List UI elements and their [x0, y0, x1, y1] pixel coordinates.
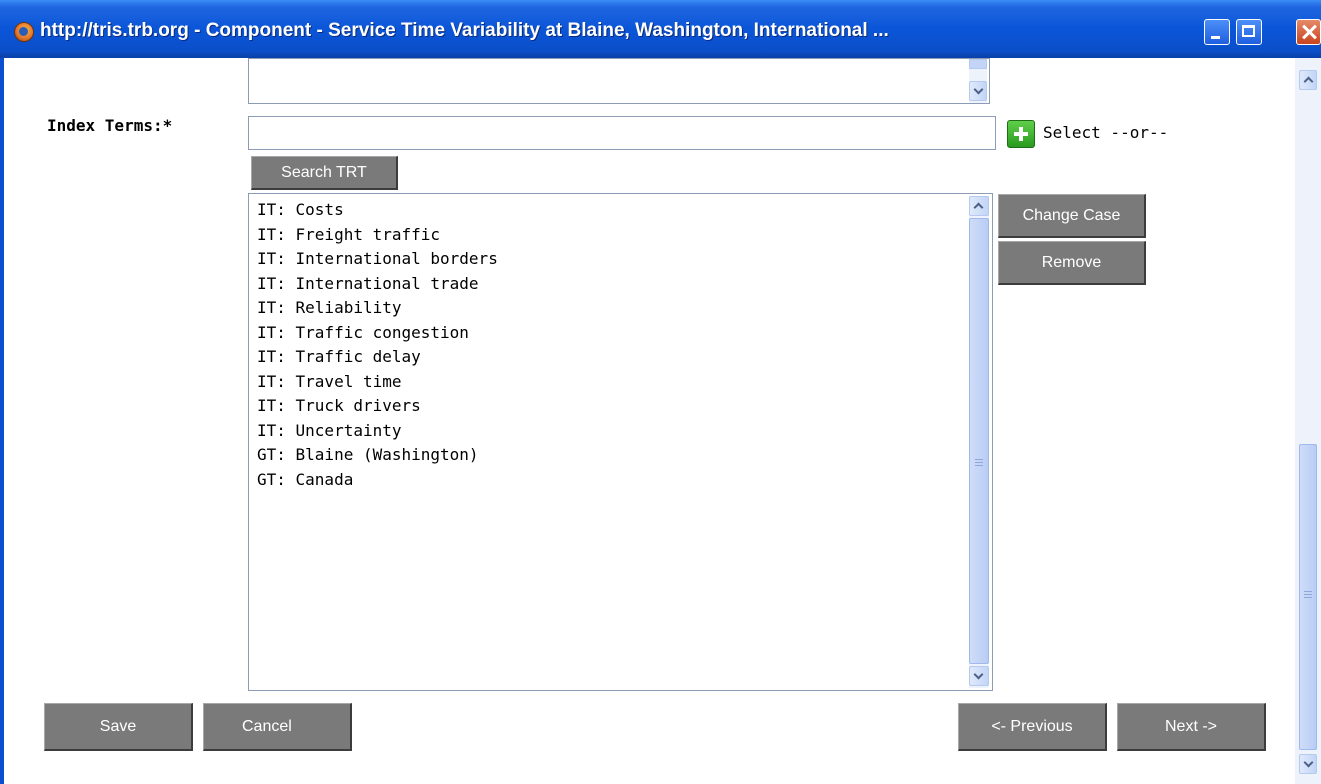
- term-item[interactable]: IT: International borders: [257, 247, 498, 272]
- textarea-scroll-thumb[interactable]: [969, 59, 987, 69]
- previous-field-textarea[interactable]: [248, 58, 990, 104]
- title-bar: http://tris.trb.org - Component - Servic…: [0, 0, 1321, 58]
- terms-list: IT: Costs IT: Freight traffic IT: Internat…: [257, 198, 498, 492]
- term-item[interactable]: IT: Travel time: [257, 370, 498, 395]
- minimize-button[interactable]: [1204, 19, 1230, 45]
- save-button[interactable]: Save: [44, 703, 193, 751]
- cancel-button[interactable]: Cancel: [203, 703, 352, 751]
- window-title: http://tris.trb.org - Component - Servic…: [40, 20, 889, 41]
- term-item[interactable]: IT: Freight traffic: [257, 223, 498, 248]
- close-button[interactable]: [1296, 19, 1321, 45]
- index-terms-listbox[interactable]: IT: Costs IT: Freight traffic IT: Internat…: [248, 193, 993, 691]
- textarea-scroll-down-icon[interactable]: [969, 81, 987, 101]
- search-trt-button[interactable]: Search TRT: [251, 156, 398, 190]
- terms-scroll-up-icon[interactable]: [969, 196, 989, 216]
- terms-scrollbar[interactable]: [969, 196, 989, 688]
- previous-button[interactable]: <- Previous: [958, 703, 1107, 751]
- page-scroll-thumb[interactable]: [1299, 444, 1317, 750]
- term-item[interactable]: IT: Reliability: [257, 296, 498, 321]
- firefox-icon: [14, 22, 34, 42]
- term-item[interactable]: GT: Blaine (Washington): [257, 443, 498, 468]
- select-or-link[interactable]: Select --or--: [1043, 123, 1168, 142]
- scroll-up-arrow-icon[interactable]: [1299, 70, 1317, 90]
- terms-scroll-thumb[interactable]: [969, 218, 989, 664]
- term-item[interactable]: IT: Truck drivers: [257, 394, 498, 419]
- terms-scroll-down-icon[interactable]: [969, 666, 989, 686]
- scroll-down-arrow-icon[interactable]: [1299, 754, 1317, 774]
- add-term-icon[interactable]: [1007, 120, 1035, 148]
- term-item[interactable]: IT: Traffic delay: [257, 345, 498, 370]
- page-scrollbar[interactable]: [1295, 58, 1321, 784]
- index-term-input[interactable]: [248, 116, 996, 150]
- change-case-button[interactable]: Change Case: [998, 194, 1146, 238]
- remove-button[interactable]: Remove: [998, 241, 1146, 285]
- index-terms-label: Index Terms:*: [47, 116, 173, 135]
- term-item[interactable]: GT: Canada: [257, 468, 498, 493]
- term-item[interactable]: IT: International trade: [257, 272, 498, 297]
- textarea-scrollbar[interactable]: [969, 59, 987, 103]
- maximize-button[interactable]: [1236, 19, 1262, 45]
- term-item[interactable]: IT: Costs: [257, 198, 498, 223]
- term-item[interactable]: IT: Uncertainty: [257, 419, 498, 444]
- window-frame: [0, 58, 4, 784]
- term-item[interactable]: IT: Traffic congestion: [257, 321, 498, 346]
- next-button[interactable]: Next ->: [1117, 703, 1266, 751]
